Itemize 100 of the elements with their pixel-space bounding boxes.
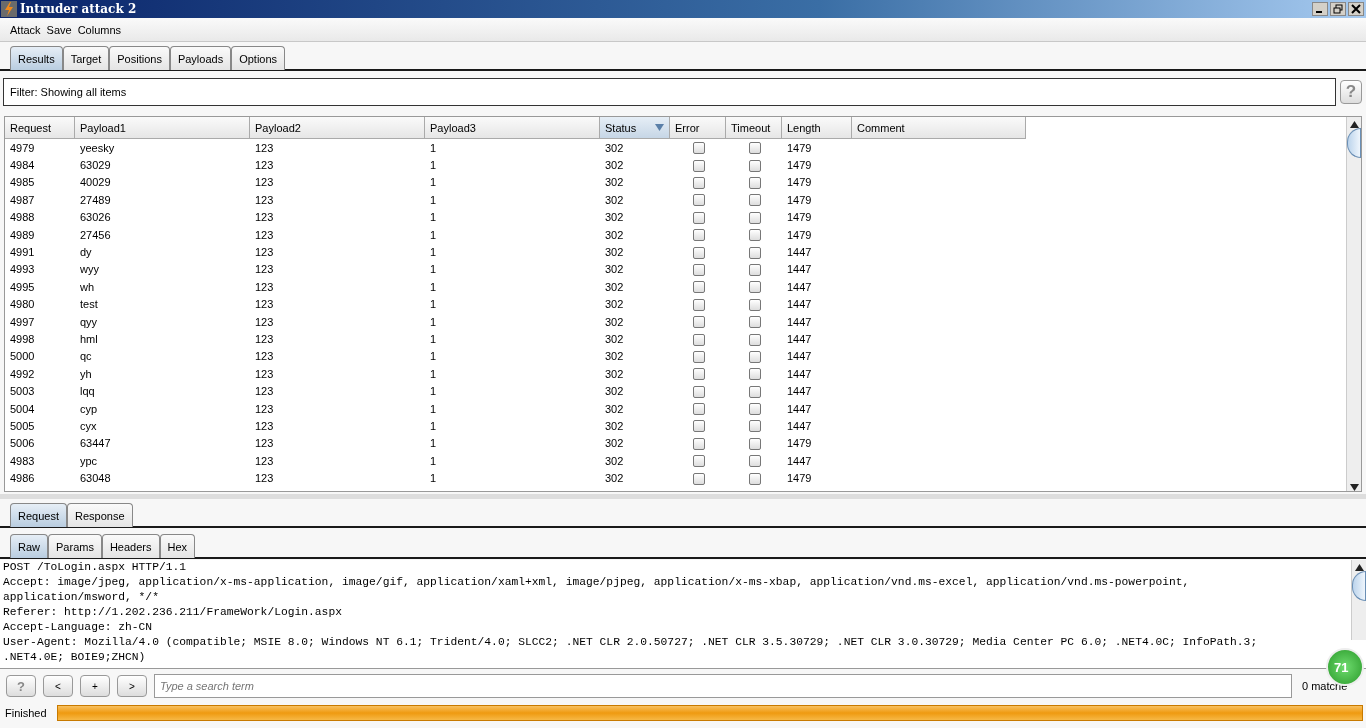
restore-button[interactable] bbox=[1330, 2, 1346, 16]
table-cell: wyy bbox=[80, 263, 99, 276]
table-cell: 302 bbox=[605, 246, 624, 259]
table-cell: 1447 bbox=[787, 419, 812, 432]
table-cell: 1 bbox=[430, 263, 437, 276]
minimize-button[interactable] bbox=[1312, 2, 1328, 16]
scroll-thumb[interactable] bbox=[1347, 128, 1361, 158]
checkbox[interactable] bbox=[693, 350, 705, 363]
column-header[interactable]: Comment bbox=[852, 117, 1026, 138]
checkbox[interactable] bbox=[749, 159, 761, 172]
column-header[interactable]: Length bbox=[782, 117, 852, 138]
checkbox[interactable] bbox=[749, 472, 761, 485]
table-cell: 1447 bbox=[787, 263, 812, 276]
table-cell: 302 bbox=[605, 159, 624, 172]
table-cell: 1479 bbox=[787, 228, 812, 241]
tab[interactable]: Positions bbox=[109, 46, 170, 70]
scrollbar[interactable] bbox=[1351, 560, 1366, 640]
checkbox[interactable] bbox=[749, 420, 761, 433]
checkbox[interactable] bbox=[749, 385, 761, 398]
checkbox[interactable] bbox=[749, 368, 761, 381]
menu-item[interactable]: Save bbox=[46, 23, 72, 36]
checkbox[interactable] bbox=[749, 142, 761, 155]
checkbox[interactable] bbox=[749, 211, 761, 224]
table-cell: 123 bbox=[255, 176, 274, 189]
table-cell: 123 bbox=[255, 193, 274, 206]
checkbox[interactable] bbox=[693, 403, 705, 416]
table-cell: 4988 bbox=[10, 211, 35, 224]
tab[interactable]: Options bbox=[231, 46, 286, 70]
table-cell: test bbox=[80, 298, 98, 311]
column-header[interactable]: Timeout bbox=[726, 117, 782, 138]
checkbox[interactable] bbox=[693, 368, 705, 381]
tab[interactable]: Results bbox=[10, 46, 63, 70]
splitter-handle[interactable] bbox=[0, 494, 1366, 499]
checkbox[interactable] bbox=[693, 298, 705, 311]
checkbox[interactable] bbox=[693, 229, 705, 242]
checkbox[interactable] bbox=[693, 194, 705, 207]
checkbox[interactable] bbox=[749, 403, 761, 416]
table-cell: 1447 bbox=[787, 315, 812, 328]
tab[interactable]: Headers bbox=[101, 534, 160, 558]
checkbox[interactable] bbox=[749, 194, 761, 207]
search-nav-button[interactable]: > bbox=[117, 675, 147, 697]
checkbox[interactable] bbox=[749, 350, 761, 363]
checkbox[interactable] bbox=[693, 316, 705, 329]
table-cell: qyy bbox=[80, 315, 98, 328]
checkbox[interactable] bbox=[749, 263, 761, 276]
checkbox[interactable] bbox=[693, 333, 705, 346]
column-header[interactable]: Error bbox=[670, 117, 726, 138]
search-nav-button[interactable]: + bbox=[80, 675, 110, 697]
search-nav-button[interactable]: < bbox=[43, 675, 73, 697]
tab[interactable]: Params bbox=[48, 534, 102, 558]
checkbox[interactable] bbox=[693, 281, 705, 294]
checkbox[interactable] bbox=[749, 298, 761, 311]
tab[interactable]: Hex bbox=[159, 534, 196, 558]
column-header[interactable]: Request bbox=[5, 117, 75, 138]
checkbox[interactable] bbox=[693, 177, 705, 189]
checkbox[interactable] bbox=[693, 159, 705, 172]
table-cell: 1 bbox=[430, 176, 437, 189]
checkbox[interactable] bbox=[749, 229, 761, 242]
checkbox[interactable] bbox=[693, 211, 705, 224]
menu-item[interactable]: Attack bbox=[10, 23, 41, 36]
column-header[interactable]: Payload2 bbox=[250, 117, 425, 138]
checkbox[interactable] bbox=[693, 437, 705, 450]
checkbox[interactable] bbox=[693, 385, 705, 398]
menu-item[interactable]: Columns bbox=[77, 23, 122, 36]
table-cell: lqq bbox=[80, 385, 95, 398]
checkbox[interactable] bbox=[693, 246, 705, 259]
tab[interactable]: Target bbox=[62, 46, 110, 70]
checkbox[interactable] bbox=[749, 333, 761, 346]
tab[interactable]: Raw bbox=[10, 534, 48, 558]
column-header[interactable]: Status bbox=[600, 117, 670, 138]
checkbox[interactable] bbox=[749, 281, 761, 294]
checkbox[interactable] bbox=[749, 177, 761, 189]
table-cell: 302 bbox=[605, 193, 624, 206]
tab[interactable]: Request bbox=[10, 503, 67, 527]
scroll-thumb[interactable] bbox=[1352, 571, 1366, 601]
table-cell: 63447 bbox=[80, 437, 111, 450]
checkbox[interactable] bbox=[693, 420, 705, 433]
checkbox[interactable] bbox=[693, 142, 705, 155]
filter-bar[interactable]: Filter: Showing all items bbox=[3, 78, 1336, 106]
table-cell: 302 bbox=[605, 419, 624, 432]
table-cell: 5005 bbox=[10, 419, 35, 432]
tab[interactable]: Payloads bbox=[169, 46, 232, 70]
table-cell: 302 bbox=[605, 211, 624, 224]
checkbox[interactable] bbox=[749, 246, 761, 259]
search-field[interactable]: Type a search term bbox=[154, 674, 1292, 698]
scrollbar[interactable] bbox=[1346, 117, 1361, 491]
checkbox[interactable] bbox=[749, 455, 761, 468]
table-cell: 40029 bbox=[80, 176, 111, 189]
table-cell: 1447 bbox=[787, 280, 812, 293]
checkbox[interactable] bbox=[693, 472, 705, 485]
column-header[interactable]: Payload1 bbox=[75, 117, 250, 138]
scroll-down-icon[interactable] bbox=[1349, 484, 1359, 491]
checkbox[interactable] bbox=[749, 437, 761, 450]
table-cell: 1 bbox=[430, 454, 437, 467]
table-cell: 1479 bbox=[787, 176, 812, 189]
close-button[interactable] bbox=[1348, 2, 1364, 16]
checkbox[interactable] bbox=[749, 316, 761, 329]
tab[interactable]: Response bbox=[67, 503, 133, 527]
checkbox[interactable] bbox=[693, 263, 705, 276]
checkbox[interactable] bbox=[693, 455, 705, 468]
